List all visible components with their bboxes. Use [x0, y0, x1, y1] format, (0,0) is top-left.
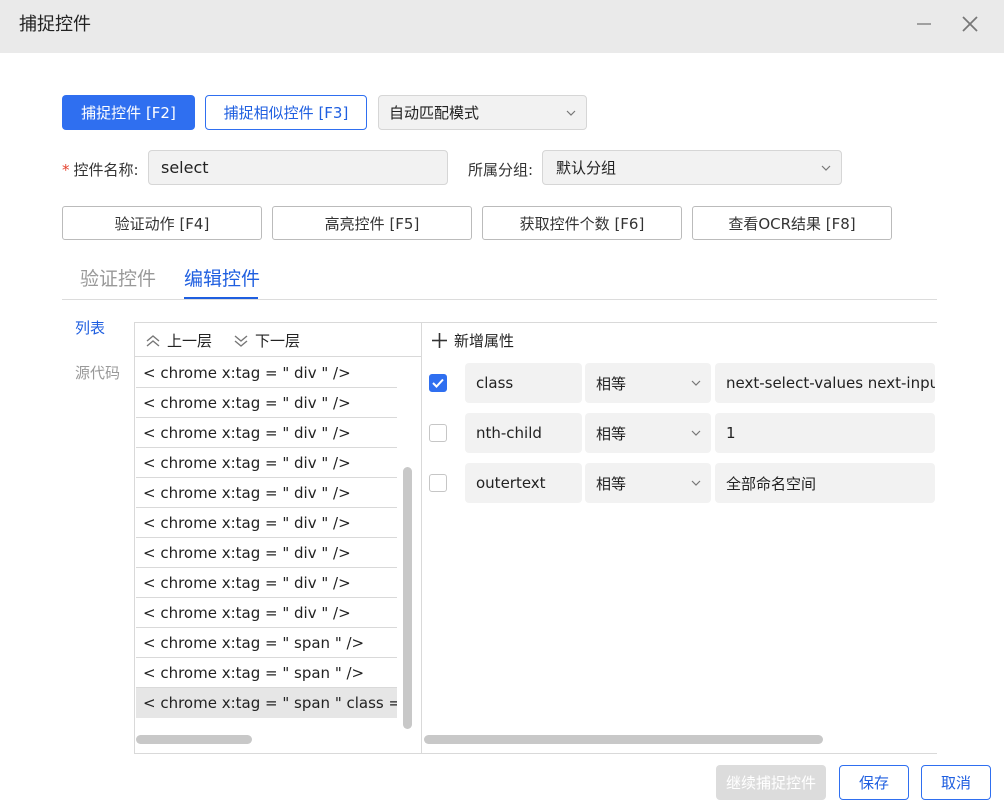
chevron-down-icon [691, 480, 701, 486]
tree-row[interactable]: < chrome x:tag = " div " /> [136, 418, 397, 448]
tree-row[interactable]: < chrome x:tag = " div " /> [136, 478, 397, 508]
view-ocr-button[interactable]: 查看OCR结果 [F8] [692, 206, 892, 240]
match-mode-value: 自动匹配模式 [389, 104, 480, 122]
double-chevron-up-icon [146, 334, 160, 347]
tree-horizontal-scrollbar[interactable] [136, 735, 252, 744]
chevron-down-icon [691, 380, 701, 386]
attr-name-field[interactable]: class [465, 363, 582, 403]
level-up-button[interactable]: 上一层 [145, 330, 212, 351]
tab-verify-control[interactable]: 验证控件 [80, 264, 156, 291]
tree-row[interactable]: < chrome x:tag = " div " /> [136, 538, 397, 568]
window-title: 捕捉控件 [19, 14, 91, 35]
tree-row[interactable]: < chrome x:tag = " div " /> [136, 388, 397, 418]
tree-row[interactable]: < chrome x:tag = " span " /> [136, 658, 397, 688]
continue-capture-button[interactable]: 继续捕捉控件 [716, 765, 826, 800]
tree-header-divider [135, 356, 421, 357]
attr-checkbox-class[interactable] [429, 374, 447, 392]
level-down-button[interactable]: 下一层 [233, 330, 300, 351]
chevron-down-icon [566, 110, 576, 116]
capture-button[interactable]: 捕捉控件 [F2] [62, 95, 195, 130]
group-select[interactable]: 默认分组 [542, 150, 842, 185]
tree-row[interactable]: < chrome x:tag = " div " /> [136, 448, 397, 478]
match-mode-select[interactable]: 自动匹配模式 [378, 95, 587, 130]
tree-row[interactable]: < chrome x:tag = " div " /> [136, 568, 397, 598]
attr-operator-select[interactable]: 相等 [585, 363, 711, 403]
tree-row-selected[interactable]: < chrome x:tag = " span " class = " [136, 688, 397, 718]
group-value: 默认分组 [556, 159, 617, 177]
cancel-button[interactable]: 取消 [921, 765, 991, 800]
side-nav-list[interactable]: 列表 [75, 317, 105, 338]
double-chevron-down-icon [234, 334, 248, 347]
control-name-input[interactable]: select [148, 150, 448, 185]
active-tab-indicator [184, 297, 258, 299]
plus-icon [432, 333, 447, 348]
tab-edit-control[interactable]: 编辑控件 [184, 264, 260, 291]
attr-value-field[interactable]: next-select-values next-input [715, 363, 935, 403]
title-bar: 捕捉控件 [0, 0, 1004, 53]
close-icon[interactable] [955, 10, 985, 38]
side-nav-source[interactable]: 源代码 [75, 362, 120, 383]
add-attribute-button[interactable]: 新增属性 [431, 330, 514, 351]
attributes-horizontal-scrollbar[interactable] [424, 735, 823, 744]
chevron-down-icon [821, 165, 831, 171]
tabs-divider [62, 299, 937, 300]
tree-vertical-scrollbar[interactable] [403, 467, 412, 729]
capture-similar-button[interactable]: 捕捉相似控件 [F3] [205, 95, 367, 130]
tree-row[interactable]: < chrome x:tag = " span " /> [136, 628, 397, 658]
chevron-down-icon [691, 430, 701, 436]
get-count-button[interactable]: 获取控件个数 [F6] [482, 206, 682, 240]
minimize-icon[interactable] [909, 10, 939, 38]
tree-row[interactable]: < chrome x:tag = " div " /> [136, 598, 397, 628]
highlight-button[interactable]: 高亮控件 [F5] [272, 206, 472, 240]
group-label: 所属分组: [468, 161, 534, 179]
verify-action-button[interactable]: 验证动作 [F4] [62, 206, 262, 240]
attr-value-field[interactable]: 1 [715, 413, 935, 453]
attr-name-field[interactable]: outertext [465, 463, 582, 503]
tree-row[interactable]: < chrome x:tag = " div " /> [136, 358, 397, 388]
attr-value-field[interactable]: 全部命名空间 [715, 463, 935, 503]
attr-checkbox-outertext[interactable] [429, 474, 447, 492]
attr-name-field[interactable]: nth-child [465, 413, 582, 453]
control-name-label: * 控件名称: [62, 161, 139, 179]
panel-divider [421, 322, 422, 754]
save-button[interactable]: 保存 [839, 765, 909, 800]
attr-operator-select[interactable]: 相等 [585, 413, 711, 453]
attr-checkbox-nth-child[interactable] [429, 424, 447, 442]
check-icon [432, 378, 444, 388]
required-mark: * [62, 161, 70, 179]
attr-operator-select[interactable]: 相等 [585, 463, 711, 503]
tree-row[interactable]: < chrome x:tag = " div " /> [136, 508, 397, 538]
